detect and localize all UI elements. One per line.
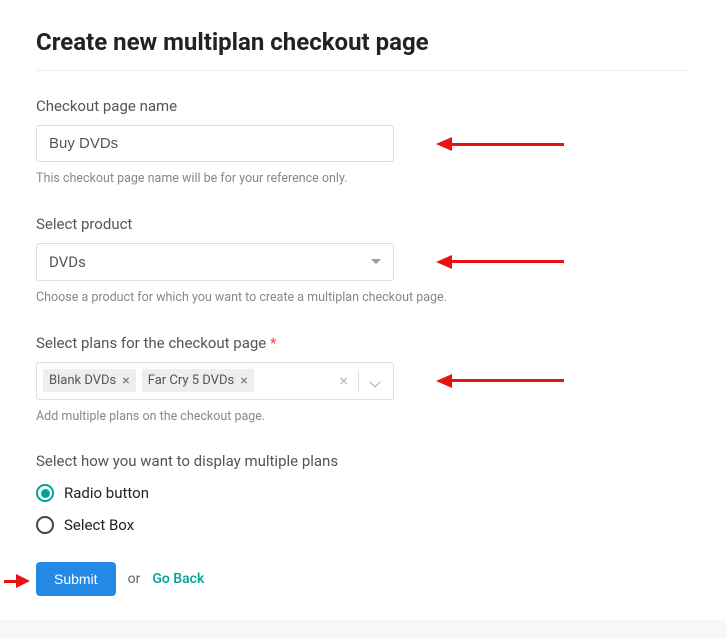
or-text: or (128, 571, 141, 587)
plans-helper: Add multiple plans on the checkout page. (36, 408, 456, 427)
multiselect-controls: × (321, 371, 393, 391)
divider (358, 371, 359, 391)
radio-icon (36, 484, 54, 502)
caret-down-icon (371, 259, 381, 264)
bottom-strip (0, 620, 726, 638)
annotation-arrow-icon (436, 376, 564, 386)
plans-multiselect[interactable]: Blank DVDs × Far Cry 5 DVDs × × (36, 362, 394, 400)
product-label: Select product (36, 215, 690, 233)
go-back-link[interactable]: Go Back (152, 571, 204, 587)
plans-chips: Blank DVDs × Far Cry 5 DVDs × (43, 369, 321, 392)
remove-chip-icon[interactable]: × (240, 374, 247, 388)
field-product: Select product DVDs Choose a product for… (36, 215, 690, 308)
display-mode-label: Select how you want to display multiple … (36, 452, 690, 470)
display-radio-group: Radio button Select Box (36, 484, 690, 534)
chevron-down-icon (369, 376, 380, 387)
clear-all-icon[interactable]: × (331, 371, 356, 390)
field-checkout-name: Checkout page name This checkout page na… (36, 97, 690, 189)
radio-option-label: Radio button (64, 484, 149, 502)
field-plans: Select plans for the checkout page * Bla… (36, 334, 690, 427)
annotation-arrow-icon (4, 574, 30, 588)
product-helper: Choose a product for which you want to c… (36, 289, 456, 308)
product-select[interactable]: DVDs (36, 243, 394, 281)
checkout-name-input[interactable] (36, 125, 394, 162)
radio-option-select-box[interactable]: Select Box (36, 516, 690, 534)
product-select-value: DVDs (49, 253, 86, 271)
page-title: Create new multiplan checkout page (36, 28, 690, 56)
field-display-mode: Select how you want to display multiple … (36, 452, 690, 534)
radio-option-label: Select Box (64, 516, 134, 534)
radio-icon (36, 516, 54, 534)
annotation-arrow-icon (436, 257, 564, 267)
form-actions: Submit or Go Back (36, 562, 690, 596)
checkout-name-label: Checkout page name (36, 97, 690, 115)
plan-chip-label: Far Cry 5 DVDs (148, 373, 234, 388)
open-dropdown-button[interactable] (361, 372, 383, 390)
title-divider (36, 70, 690, 71)
annotation-arrow-icon (436, 139, 564, 149)
plan-chip: Blank DVDs × (43, 369, 136, 392)
plan-chip: Far Cry 5 DVDs × (142, 369, 254, 392)
checkout-name-helper: This checkout page name will be for your… (36, 170, 456, 189)
required-mark: * (270, 334, 276, 352)
radio-option-radio-button[interactable]: Radio button (36, 484, 690, 502)
plan-chip-label: Blank DVDs (49, 373, 116, 388)
plans-label: Select plans for the checkout page * (36, 334, 690, 352)
remove-chip-icon[interactable]: × (122, 374, 129, 388)
submit-button[interactable]: Submit (36, 562, 116, 596)
